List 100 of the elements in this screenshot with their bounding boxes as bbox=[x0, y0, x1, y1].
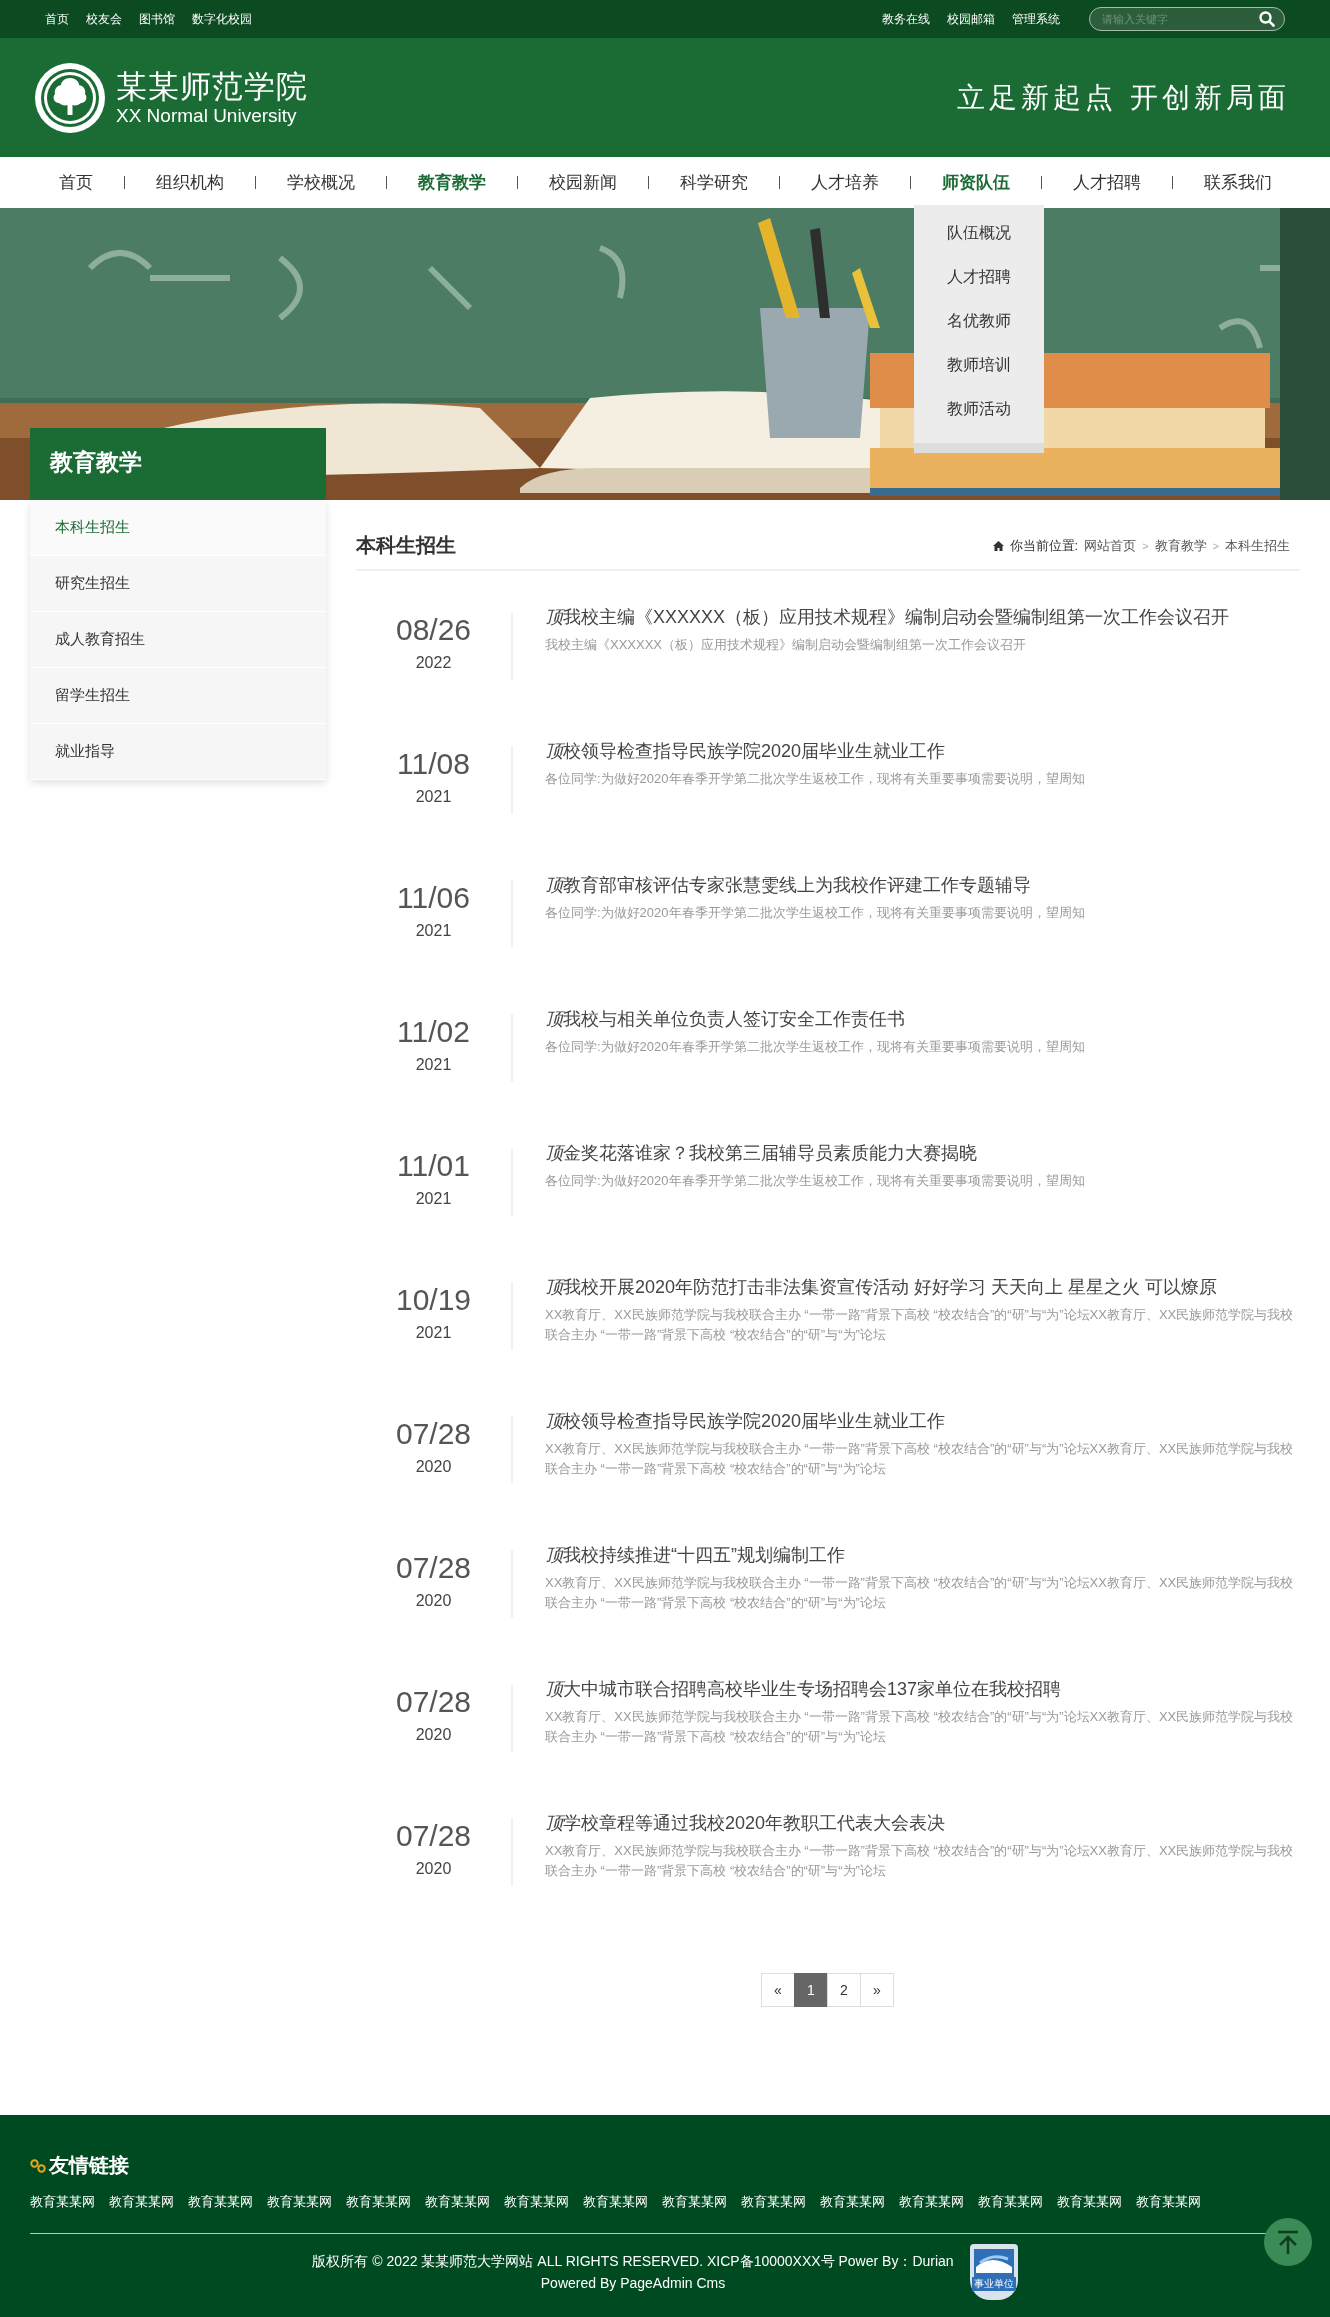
friend-link[interactable]: 教育某某网 bbox=[425, 2193, 490, 2211]
nav-item[interactable]: 组织机构 bbox=[155, 173, 224, 192]
dropdown-item[interactable]: 队伍概况 bbox=[913, 211, 1044, 255]
top-link[interactable]: 首页 bbox=[45, 10, 69, 28]
top-link[interactable]: 校友会 bbox=[86, 10, 122, 28]
news-title[interactable]: 顶校领导检查指导民族学院2020届毕业生就业工作 bbox=[545, 738, 1295, 764]
news-summary: 各位同学:为做好2020年春季开学第二批次学生返校工作，现将有关重要事项需要说明，望周知 bbox=[545, 1172, 1086, 1190]
sidebar-item[interactable]: 本科生招生 bbox=[30, 500, 326, 556]
links-title: 友情链接 bbox=[49, 2153, 129, 2178]
friend-link[interactable]: 教育某某网 bbox=[820, 2193, 885, 2211]
nav-item[interactable]: 学校概况 bbox=[286, 173, 355, 192]
copyright-text: 版权所有 © 2022 某某师范大学网站 ALL RIGHTS RESERVED. XICP备10000XXX号 Power By：Durian bbox=[312, 2252, 954, 2271]
top-link[interactable]: 教务在线 bbox=[882, 10, 930, 28]
top-link[interactable]: 数字化校园 bbox=[192, 10, 252, 28]
powered-by-text: Powered By PageAdmin Cms bbox=[539, 2274, 727, 2293]
top-link[interactable]: 校园邮箱 bbox=[947, 10, 995, 28]
news-date: 11/08 bbox=[397, 746, 470, 782]
breadcrumb-label: 你当前位置: bbox=[1009, 536, 1079, 555]
dropdown-item[interactable]: 教师活动 bbox=[913, 387, 1044, 431]
dropdown-item[interactable]: 教师培训 bbox=[913, 343, 1044, 387]
news-title[interactable]: 顶大中城市联合招聘高校毕业生专场招聘会137家单位在我校招聘 bbox=[545, 1676, 1295, 1702]
search-icon[interactable] bbox=[1259, 11, 1275, 27]
news-title[interactable]: 顶校领导检查指导民族学院2020届毕业生就业工作 bbox=[545, 1408, 1295, 1434]
friend-link[interactable]: 教育某某网 bbox=[583, 2193, 648, 2211]
friend-link[interactable]: 教育某某网 bbox=[978, 2193, 1043, 2211]
news-year: 2022 bbox=[415, 654, 452, 672]
nav-item[interactable]: 校园新闻 bbox=[548, 173, 617, 192]
back-to-top-icon[interactable] bbox=[1264, 2218, 1312, 2266]
news-date: 08/26 bbox=[395, 612, 472, 648]
sidebar-item[interactable]: 就业指导 bbox=[30, 724, 326, 780]
news-date: 11/01 bbox=[397, 1148, 470, 1184]
news-title[interactable]: 顶我校开展2020年防范打击非法集资宣传活动 好好学习 天天向上 星星之火 可以燎原 bbox=[545, 1274, 1295, 1300]
news-date: 07/28 bbox=[395, 1550, 472, 1586]
news-year: 2021 bbox=[415, 1190, 452, 1208]
news-title[interactable]: 顶我校主编《XXXXXX（板）应用技术规程》编制启动会暨编制组第一次工作会议召开 bbox=[545, 604, 1295, 630]
tree-logo-icon bbox=[34, 61, 106, 134]
friend-link[interactable]: 教育某某网 bbox=[267, 2193, 332, 2211]
breadcrumb-link[interactable]: 网站首页 bbox=[1084, 536, 1137, 555]
friend-link[interactable]: 教育某某网 bbox=[662, 2193, 727, 2211]
news-title[interactable]: 顶我校持续推进“十四五”规划编制工作 bbox=[545, 1542, 1295, 1568]
breadcrumb-separator: > bbox=[1142, 539, 1149, 552]
news-summary: 各位同学:为做好2020年春季开学第二批次学生返校工作，现将有关重要事项需要说明，望周知 bbox=[545, 770, 1086, 788]
friend-link[interactable]: 教育某某网 bbox=[899, 2193, 964, 2211]
breadcrumb-separator: > bbox=[1212, 539, 1219, 552]
friend-link[interactable]: 教育某某网 bbox=[1136, 2193, 1201, 2211]
sidebar-item[interactable]: 留学生招生 bbox=[30, 668, 326, 724]
friend-link[interactable]: 教育某某网 bbox=[30, 2193, 95, 2211]
news-year: 2021 bbox=[415, 1056, 452, 1074]
nav-item[interactable]: 首页 bbox=[58, 173, 93, 192]
section-title: 本科生招生 bbox=[356, 533, 456, 558]
news-date: 07/28 bbox=[395, 1684, 472, 1720]
news-year: 2020 bbox=[415, 1726, 452, 1744]
breadcrumb-link[interactable]: 本科生招生 bbox=[1225, 536, 1290, 555]
news-title[interactable]: 顶教育部审核评估专家张慧雯线上为我校作评建工作专题辅导 bbox=[545, 872, 1295, 898]
slogan: 立足新起点 开创新局面 bbox=[957, 79, 1290, 116]
link-icon bbox=[30, 2158, 46, 2173]
news-year: 2021 bbox=[415, 788, 452, 806]
dropdown-item[interactable]: 人才招聘 bbox=[913, 255, 1044, 299]
news-summary: 各位同学:为做好2020年春季开学第二批次学生返校工作，现将有关重要事项需要说明，望周知 bbox=[545, 904, 1086, 922]
news-year: 2020 bbox=[415, 1458, 452, 1476]
page-button[interactable]: 2 bbox=[827, 1973, 861, 2007]
news-date: 11/02 bbox=[397, 1014, 470, 1050]
friend-link[interactable]: 教育某某网 bbox=[109, 2193, 174, 2211]
badge-emblem: 事业单位 bbox=[969, 2244, 1018, 2300]
sidebar-item[interactable]: 成人教育招生 bbox=[30, 612, 326, 668]
nav-item[interactable]: 师资队伍 bbox=[941, 173, 1010, 192]
friend-link[interactable]: 教育某某网 bbox=[504, 2193, 569, 2211]
news-summary: 各位同学:为做好2020年春季开学第二批次学生返校工作，现将有关重要事项需要说明，望周知 bbox=[545, 1038, 1086, 1056]
nav-item[interactable]: 人才招聘 bbox=[1072, 173, 1141, 192]
home-icon bbox=[992, 540, 1004, 551]
nav-item[interactable]: 科学研究 bbox=[679, 173, 748, 192]
friend-link[interactable]: 教育某某网 bbox=[1057, 2193, 1122, 2211]
news-year: 2021 bbox=[415, 1324, 452, 1342]
sidebar-item[interactable]: 研究生招生 bbox=[30, 556, 326, 612]
friend-link[interactable]: 教育某某网 bbox=[346, 2193, 411, 2211]
news-title[interactable]: 顶我校与相关单位负责人签订安全工作责任书 bbox=[545, 1006, 1295, 1032]
news-date: 07/28 bbox=[395, 1818, 472, 1854]
nav-item[interactable]: 联系我们 bbox=[1203, 173, 1272, 192]
news-date: 11/06 bbox=[397, 880, 470, 916]
top-link[interactable]: 管理系统 bbox=[1012, 10, 1060, 28]
sidebar-title: 教育教学 bbox=[30, 428, 326, 500]
friend-link[interactable]: 教育某某网 bbox=[188, 2193, 253, 2211]
nav-item[interactable]: 人才培养 bbox=[810, 173, 879, 192]
news-date: 07/28 bbox=[395, 1416, 472, 1452]
shield-icon bbox=[971, 2247, 1016, 2277]
news-title[interactable]: 顶学校章程等通过我校2020年教职工代表大会表决 bbox=[545, 1810, 1295, 1836]
news-year: 2020 bbox=[415, 1860, 452, 1878]
site-title: 某某师范学院 bbox=[116, 68, 308, 105]
friend-link[interactable]: 教育某某网 bbox=[741, 2193, 806, 2211]
dropdown-item[interactable]: 名优教师 bbox=[913, 299, 1044, 343]
news-date: 10/19 bbox=[395, 1282, 472, 1318]
news-year: 2020 bbox=[415, 1592, 452, 1610]
news-title[interactable]: 顶金奖花落谁家？我校第三届辅导员素质能力大赛揭晓 bbox=[545, 1140, 1295, 1166]
top-link[interactable]: 图书馆 bbox=[139, 10, 175, 28]
news-year: 2021 bbox=[415, 922, 452, 940]
nav-item[interactable]: 教育教学 bbox=[417, 173, 486, 192]
site-subtitle: XX Normal University bbox=[116, 104, 298, 127]
next-page-button[interactable]: » bbox=[860, 1973, 894, 2007]
breadcrumb-link[interactable]: 教育教学 bbox=[1154, 536, 1207, 555]
page-button[interactable]: 1 bbox=[794, 1973, 828, 2007]
